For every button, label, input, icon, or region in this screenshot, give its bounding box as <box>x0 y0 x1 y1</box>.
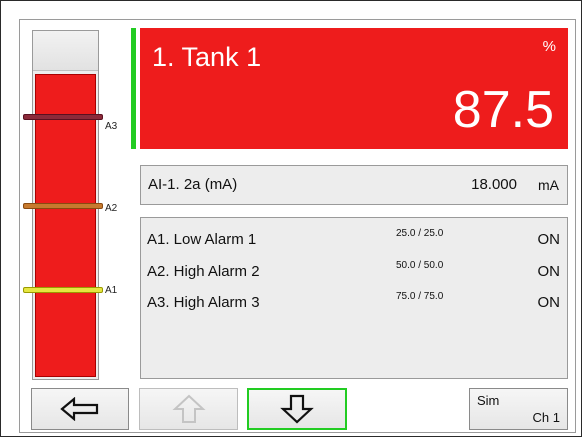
alarm-marker-a2 <box>23 203 103 209</box>
analog-input-unit: mA <box>538 177 559 193</box>
alarm-marker-label-a3: A3 <box>105 121 118 132</box>
arrow-up-icon <box>171 394 206 423</box>
sim-channel: Ch 1 <box>532 410 560 425</box>
tank-unit: % <box>542 38 556 55</box>
alarm-setpoints: 25.0 / 25.0 <box>396 228 444 239</box>
alarm-list[interactable]: A1. Low Alarm 1 25.0 / 25.0 ON A2. High … <box>140 217 568 379</box>
alarm-marker-a3 <box>23 114 103 120</box>
sim-label: Sim <box>477 393 500 408</box>
alarm-name: A2. High Alarm 2 <box>147 263 260 280</box>
alarm-row[interactable]: A3. High Alarm 3 75.0 / 75.0 ON <box>141 291 567 322</box>
display-screen: A3 A2 A1 1. Tank 1 % 87.5 AI-1. 2a (mA) … <box>0 0 582 437</box>
scroll-down-button[interactable] <box>247 388 347 430</box>
alarm-state: ON <box>537 263 561 280</box>
alarm-name: A1. Low Alarm 1 <box>147 231 257 248</box>
analog-input-panel[interactable]: AI-1. 2a (mA) 18.000 mA <box>140 165 568 205</box>
alarm-state: ON <box>537 294 561 311</box>
alarm-marker-label-a2: A2 <box>105 203 118 214</box>
simulation-button[interactable]: Sim Ch 1 <box>469 388 568 430</box>
back-button[interactable] <box>31 388 129 430</box>
arrow-down-icon <box>280 394 314 424</box>
alarm-row[interactable]: A1. Low Alarm 1 25.0 / 25.0 ON <box>141 228 567 259</box>
scroll-up-button[interactable] <box>139 388 238 430</box>
alarm-marker-label-a1: A1 <box>105 285 118 296</box>
tank-title: 1. Tank 1 <box>152 42 262 72</box>
arrow-left-icon <box>60 397 99 421</box>
tank-header[interactable]: 1. Tank 1 % 87.5 <box>140 28 568 149</box>
alarm-setpoints: 75.0 / 75.0 <box>396 291 444 302</box>
alarm-name: A3. High Alarm 3 <box>147 294 260 311</box>
header-selection-indicator <box>131 28 136 149</box>
tank-value: 87.5 <box>452 81 554 139</box>
analog-input-label: AI-1. 2a (mA) <box>148 176 238 193</box>
analog-input-value: 18.000 <box>471 176 517 193</box>
alarm-state: ON <box>537 231 561 248</box>
alarm-row[interactable]: A2. High Alarm 2 50.0 / 50.0 ON <box>141 260 567 291</box>
alarm-setpoints: 50.0 / 50.0 <box>396 260 444 271</box>
level-bar-empty <box>33 31 98 71</box>
alarm-marker-a1 <box>23 287 103 293</box>
